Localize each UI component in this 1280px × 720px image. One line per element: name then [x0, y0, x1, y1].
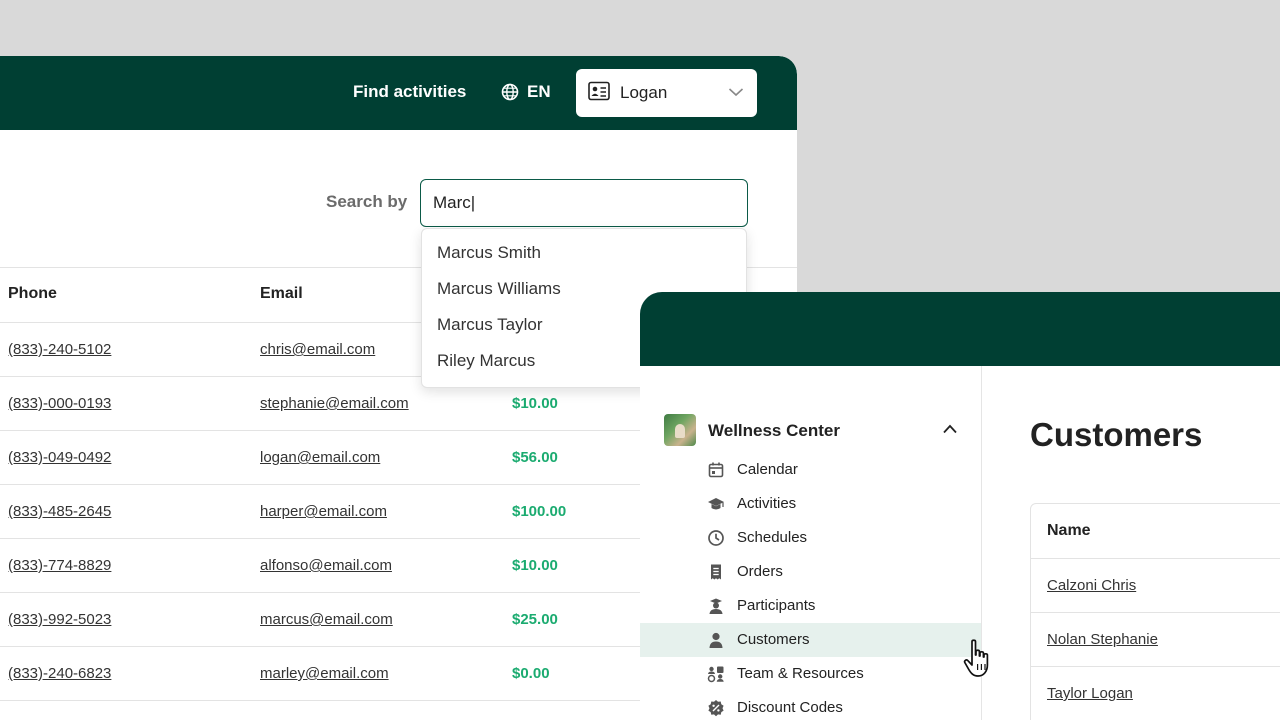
table-row: Taylor Logan	[1031, 666, 1280, 720]
sidebar-item-label: Team & Resources	[737, 665, 864, 682]
sidebar-item-team-resources[interactable]: Team & Resources	[640, 657, 981, 691]
admin-window: Wellness Center Calendar Activities Sche…	[640, 292, 1280, 720]
table-row: Calzoni Chris	[1031, 558, 1280, 612]
phone-link[interactable]: (833)-240-5102	[8, 341, 111, 358]
customer-name-link[interactable]: Calzoni Chris	[1047, 577, 1136, 594]
org-avatar	[664, 414, 696, 446]
sidebar-item-schedules[interactable]: Schedules	[640, 521, 981, 555]
participants-icon	[709, 598, 723, 614]
email-column-header: Email	[260, 285, 303, 302]
name-column-header: Name	[1047, 522, 1091, 539]
phone-column-header: Phone	[8, 285, 57, 302]
customer-name-link[interactable]: Taylor Logan	[1047, 685, 1133, 702]
team-icon	[707, 666, 724, 683]
sidebar-item-customers[interactable]: Customers	[640, 623, 981, 657]
email-link[interactable]: marley@email.com	[260, 665, 389, 682]
amount-value: $0.00	[512, 665, 550, 682]
amount-value: $25.00	[512, 611, 558, 628]
amount-value: $100.00	[512, 503, 567, 520]
sidebar-item-label: Participants	[737, 597, 816, 614]
sidebar-item-activities[interactable]: Activities	[640, 487, 981, 521]
user-dropdown[interactable]: Logan	[576, 69, 757, 117]
language-label: EN	[527, 82, 551, 101]
phone-link[interactable]: (833)-049-0492	[8, 449, 111, 466]
user-name: Logan	[620, 83, 668, 102]
sidebar-item-label: Customers	[737, 631, 810, 648]
email-link[interactable]: marcus@email.com	[260, 611, 393, 628]
search-label: Search by	[326, 192, 408, 211]
sidebar-item-discount-codes[interactable]: Discount Codes	[640, 691, 981, 720]
admin-header	[640, 292, 1280, 366]
calendar-icon	[708, 462, 724, 478]
sidebar-item-label: Orders	[737, 563, 783, 580]
customer-name-link[interactable]: Nolan Stephanie	[1047, 631, 1158, 648]
hand-pointer-icon	[963, 639, 989, 677]
phone-link[interactable]: (833)-485-2645	[8, 503, 111, 520]
table-row: Nolan Stephanie	[1031, 612, 1280, 666]
phone-link[interactable]: (833)-000-0193	[8, 395, 111, 412]
sidebar-item-label: Calendar	[737, 461, 798, 478]
sidebar-item-calendar[interactable]: Calendar	[640, 453, 981, 487]
globe-icon	[501, 83, 519, 101]
customers-table: Name Calzoni Chris Nolan Stephanie Taylo…	[1030, 503, 1280, 720]
sidebar: Wellness Center Calendar Activities Sche…	[640, 366, 982, 720]
user-icon	[709, 632, 723, 648]
search-input[interactable]	[420, 179, 748, 227]
find-activities-link[interactable]: Find activities	[353, 82, 466, 102]
email-link[interactable]: harper@email.com	[260, 503, 387, 520]
language-selector[interactable]: EN	[501, 82, 551, 102]
page-title: Customers	[1030, 416, 1203, 453]
email-link[interactable]: alfonso@email.com	[260, 557, 392, 574]
discount-icon	[708, 700, 724, 717]
graduation-cap-icon	[708, 498, 724, 510]
id-card-icon	[588, 81, 610, 101]
sidebar-item-label: Discount Codes	[737, 699, 843, 716]
amount-value: $56.00	[512, 449, 558, 466]
org-name[interactable]: Wellness Center	[708, 421, 840, 441]
email-link[interactable]: chris@email.com	[260, 341, 375, 358]
clock-icon	[708, 530, 724, 546]
sidebar-item-label: Schedules	[737, 529, 808, 546]
amount-value: $10.00	[512, 557, 558, 574]
email-link[interactable]: stephanie@email.com	[260, 395, 409, 412]
phone-link[interactable]: (833)-774-8829	[8, 557, 111, 574]
sidebar-item-participants[interactable]: Participants	[640, 589, 981, 623]
sidebar-item-label: Activities	[737, 495, 797, 512]
suggestion-item[interactable]: Marcus Smith	[422, 235, 746, 271]
phone-link[interactable]: (833)-992-5023	[8, 611, 111, 628]
phone-link[interactable]: (833)-240-6823	[8, 665, 111, 682]
top-header: Find activities EN Logan	[0, 56, 797, 130]
email-link[interactable]: logan@email.com	[260, 449, 380, 466]
chevron-up-icon[interactable]	[942, 424, 958, 434]
receipt-icon	[711, 564, 721, 580]
sidebar-item-orders[interactable]: Orders	[640, 555, 981, 589]
amount-value: $10.00	[512, 395, 558, 412]
chevron-down-icon	[728, 88, 744, 97]
